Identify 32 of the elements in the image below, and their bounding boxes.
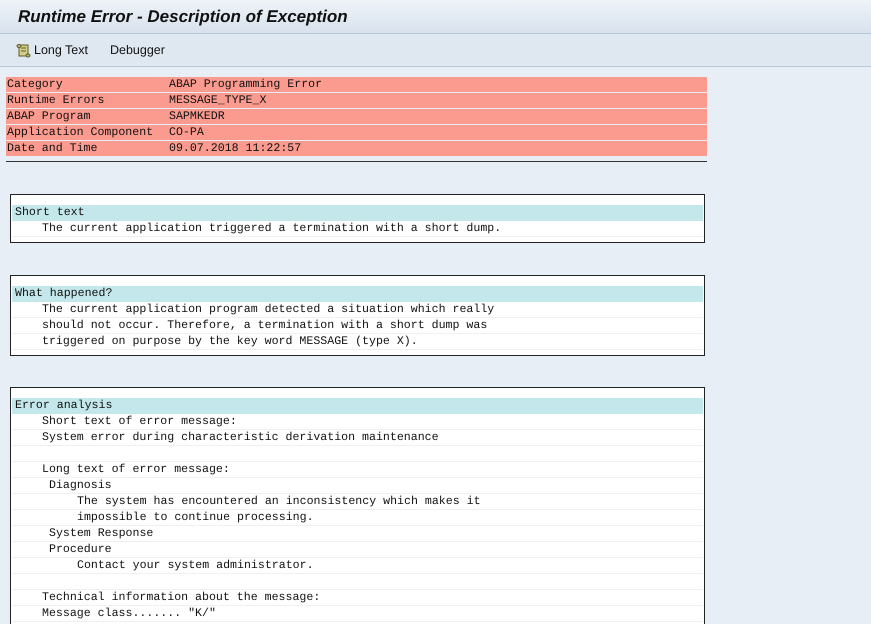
header-label: Date and Time [6,141,98,156]
toolbar-button[interactable]: Debugger [110,43,165,57]
dump-text-line: The system has encountered an inconsistency which makes it [77,495,481,508]
header-label: Application Component [6,125,154,140]
dump-text-line: Contact your system administrator. [77,559,314,572]
dump-text-line: Message class....... "K/" [42,607,216,620]
window-title: Runtime Error - Description of Exception [18,6,348,26]
dump-text-line: System Response [49,527,154,540]
header-value: MESSAGE_TYPE_X [169,93,266,108]
header-value: CO-PA [169,125,204,140]
toolbar-button[interactable]: Long Text [16,42,88,58]
dump-text-line: impossible to continue processing. [77,511,314,524]
section-title: What happened? [12,286,703,302]
header-value: ABAP Programming Error [169,77,322,92]
dump-text-line: Procedure [49,543,112,556]
header-value: SAPMKEDR [169,109,225,124]
header-label: Runtime Errors [6,93,106,108]
scroll-icon [16,42,31,58]
dump-text-line: Technical information about the message: [42,591,320,604]
header-label: ABAP Program [6,109,92,124]
section-title: Error analysis [12,398,703,414]
header-value: 09.07.2018 11:22:57 [169,141,302,156]
header-label: Category [6,77,64,92]
section-title: Short text [12,205,703,221]
dump-text-line: The current application program detected a situation which really [42,303,494,316]
dump-text-line: Short text of error message: [42,415,237,428]
dump-text-line: Diagnosis [49,479,112,492]
dump-text-line: should not occur. Therefore, a termination with a short dump was [42,319,488,332]
dump-text-line: The current application triggered a termination with a short dump. [42,222,502,235]
dump-text-line: System error during characteristic derivation maintenance [42,431,439,444]
dump-text-line: Long text of error message: [42,463,230,476]
dump-text-line: triggered on purpose by the key word MESSAGE (type X). [42,335,418,348]
